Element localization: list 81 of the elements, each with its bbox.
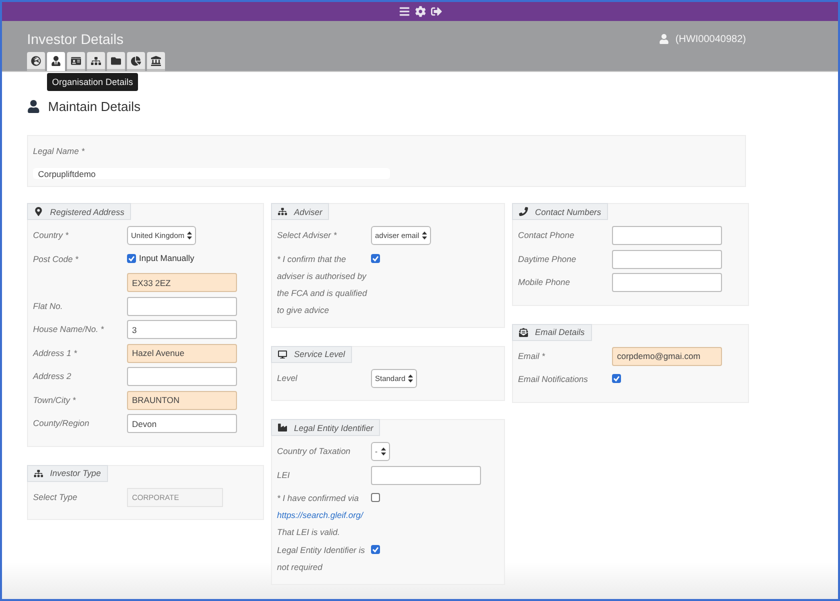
gleif-link[interactable]: https://search.gleif.org/ [277,510,363,520]
input-field[interactable]: 3 [127,320,237,339]
checkbox[interactable] [127,254,136,262]
input-field[interactable]: EX33 2EZ [127,273,237,292]
hierarchy-icon [278,207,287,216]
section-title: Adviser [294,206,322,216]
spinner-icon [187,231,192,240]
input-field[interactable]: corpdemo@gmai.com [612,346,722,366]
envelope-icon [519,328,528,336]
input-field[interactable]: Corpupliftdemo [33,168,390,179]
user-icon [27,100,40,112]
input-field[interactable] [127,296,237,316]
input-field[interactable]: Hazel Avenue [127,344,237,362]
bank-icon [151,56,161,66]
input-field[interactable] [371,466,481,484]
user-id: (HWI00040982) [675,34,746,44]
section-title: Service Level [294,349,346,359]
folder-icon [111,56,121,66]
person-icon [51,56,61,66]
pie-chart-icon [131,56,141,66]
field-label: Contact Phone [518,229,576,242]
field-label: LEI [277,468,291,482]
icon-tab[interactable] [107,52,125,71]
section-title: Contact Numbers [535,206,602,216]
id-card-icon [71,56,81,66]
field-label: Email * [518,350,546,362]
field-label: Email Notifications [518,373,589,386]
page-header-title: Investor Details [27,31,124,47]
page-title: Maintain Details [48,98,140,114]
logout-icon[interactable] [430,6,442,17]
monitor-icon [278,350,287,358]
section-title: Legal Entity Identifier [294,422,374,432]
field-label: * I have confirmed via https://search.gleif.org/ That LEI is valid. [277,492,364,539]
section-title: Registered Address [50,206,124,216]
menu-icon[interactable] [398,6,410,17]
field-label: Legal Name * [33,145,86,158]
user-icon [659,34,670,44]
field-label: Daytime Phone [518,252,578,266]
spinner-icon [422,231,428,240]
field-label: * I confirm that the adviser is authorised by the FCA and is qualified to give advice [277,252,368,317]
field-label: Select Adviser * [277,229,338,242]
checkbox[interactable] [612,374,621,383]
field-label: County/Region [33,417,90,430]
field-label: Flat No. [33,300,64,312]
map-marker-icon [34,207,43,216]
icon-tab[interactable] [147,52,165,71]
icon-tab[interactable] [127,52,145,71]
hierarchy-icon [34,468,43,478]
factory-icon [278,423,287,432]
field-label: Level [277,372,298,384]
section-title: Email Details [535,327,585,337]
input-field[interactable] [612,273,722,292]
field-label: Address 2 [33,370,72,383]
input-field[interactable] [612,226,722,245]
input-field[interactable] [612,250,722,268]
input-field[interactable] [127,367,237,386]
field-label: House Name/No. * [33,323,105,336]
field-label: Mobile Phone [518,276,571,289]
globe-icon [31,56,41,66]
checkbox[interactable] [371,254,380,262]
icon-tab[interactable] [27,52,45,71]
field-label: Legal Entity Identifier is not required [277,544,366,574]
checkbox[interactable] [371,493,380,502]
field-label: Post Code * [33,252,80,266]
checkbox[interactable] [371,545,380,554]
hierarchy-icon [91,56,101,66]
input-field[interactable]: BRAUNTON [127,390,237,410]
settings-icon[interactable] [414,6,426,17]
icon-tab[interactable] [87,52,105,71]
field-label: Country * [33,229,70,242]
spinner-icon [408,374,414,382]
field-label: Town/City * [33,394,77,407]
section-title: Investor Type [50,468,101,478]
phone-icon [519,207,528,216]
spinner-icon [380,447,386,456]
field-label: Country of Taxation [277,445,352,458]
field-label: Select Type [33,490,78,504]
checkbox-label: Input Manually [139,252,194,265]
field-label: Address 1 * [33,346,78,360]
input-field[interactable]: Devon [127,414,237,433]
tooltip: Organisation Details [47,73,138,91]
